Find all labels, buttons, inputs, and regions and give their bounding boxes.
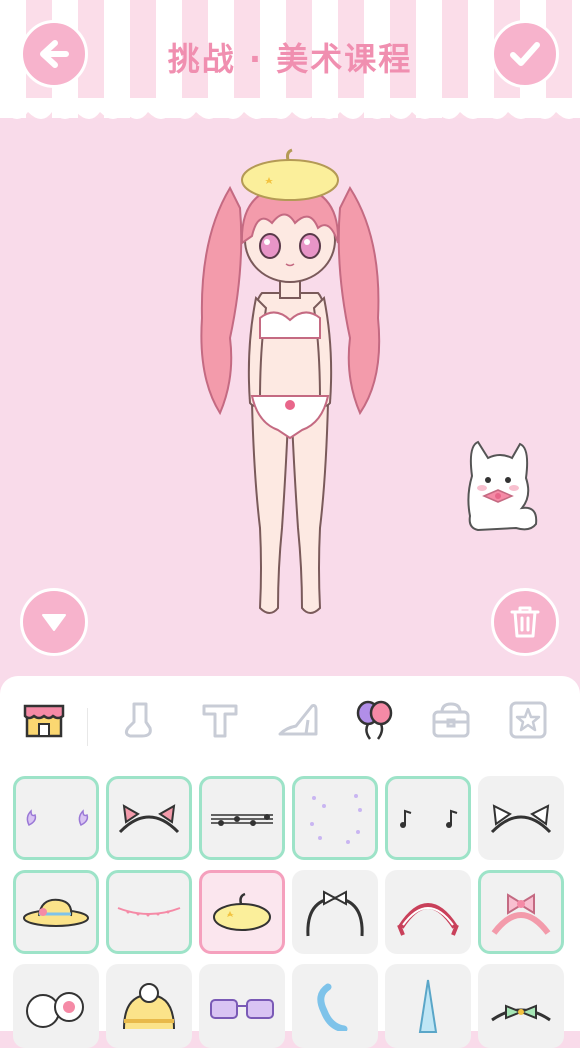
tab-bags[interactable] [427,696,475,744]
triangle-down-icon [42,614,66,631]
star-icon [509,701,547,739]
confirm-button[interactable] [491,20,559,88]
collapse-button[interactable] [20,588,88,656]
item-bow-headband-black[interactable] [292,870,378,954]
tab-accessories[interactable] [350,696,398,744]
happy-birthday-banner-icon [117,907,181,917]
item-cat-ear-headband-white[interactable] [478,776,564,860]
handbag-icon [432,702,470,738]
item-green-bow-tiara[interactable] [478,964,564,1048]
straw-hat-flower-icon [23,898,89,927]
category-tab-bar [0,690,580,750]
item-frilly-maid-headband[interactable] [385,870,471,954]
item-happy-birthday-banner[interactable] [106,870,192,954]
blue-ribbon-icon [317,983,348,1031]
yellow-beret-icon [213,892,271,931]
character-doll [200,148,381,614]
item-yellow-beret[interactable] [199,870,285,954]
text-t-icon [202,704,238,738]
bow-headband-black-icon [306,890,364,937]
item-sparkle-dots[interactable] [292,776,378,860]
tab-text[interactable] [196,696,244,744]
sock-icon [124,702,152,738]
purple-flame-clips-icon [26,809,89,827]
green-bow-tiara-icon [491,1004,551,1022]
purple-glasses-icon [210,999,274,1019]
item-music-note-clips[interactable] [385,776,471,860]
wardrobe-panel [0,676,580,1048]
tab-favorites[interactable] [504,696,552,744]
item-blue-unicorn-horn[interactable] [385,964,471,1048]
item-yellow-knit-beanie[interactable] [106,964,192,1048]
cat-ear-headband-white-icon [490,804,552,834]
item-pink-bow-headband[interactable] [478,870,564,954]
balloons-icon [356,700,393,740]
trash-can-icon [510,606,540,638]
dressup-stage: 挑战 · 美术课程 [0,0,580,690]
high-heel-icon [278,704,318,736]
shop-icon [23,704,65,738]
awning-scallop-edge [0,98,580,119]
blue-unicorn-horn-icon [418,979,438,1033]
item-purple-glasses[interactable] [199,964,285,1048]
sparkle-dots-icon [310,794,362,844]
item-paw-fluffy-earmuff[interactable] [13,964,99,1048]
item-music-notes-headband[interactable] [199,776,285,860]
tab-socks[interactable] [116,696,164,744]
frilly-maid-headband-icon [397,903,459,936]
pink-bow-headband-icon [491,893,551,935]
item-blue-ribbon[interactable] [292,964,378,1048]
item-cat-ear-headband-pink[interactable] [106,776,192,860]
checkmark-icon [510,42,540,66]
tab-divider [87,708,88,746]
tab-shop[interactable] [20,696,68,744]
music-notes-headband-icon [211,814,273,826]
music-note-clips-icon [400,809,458,828]
trash-button[interactable] [491,588,559,656]
yellow-knit-beanie-icon [123,983,175,1030]
item-straw-hat-flower[interactable] [13,870,99,954]
tab-shoes[interactable] [274,696,322,744]
item-purple-flame-clips[interactable] [13,776,99,860]
paw-fluffy-earmuff-icon [26,992,84,1028]
white-cat-pet [467,440,538,532]
cat-ear-headband-pink-icon [118,804,180,834]
